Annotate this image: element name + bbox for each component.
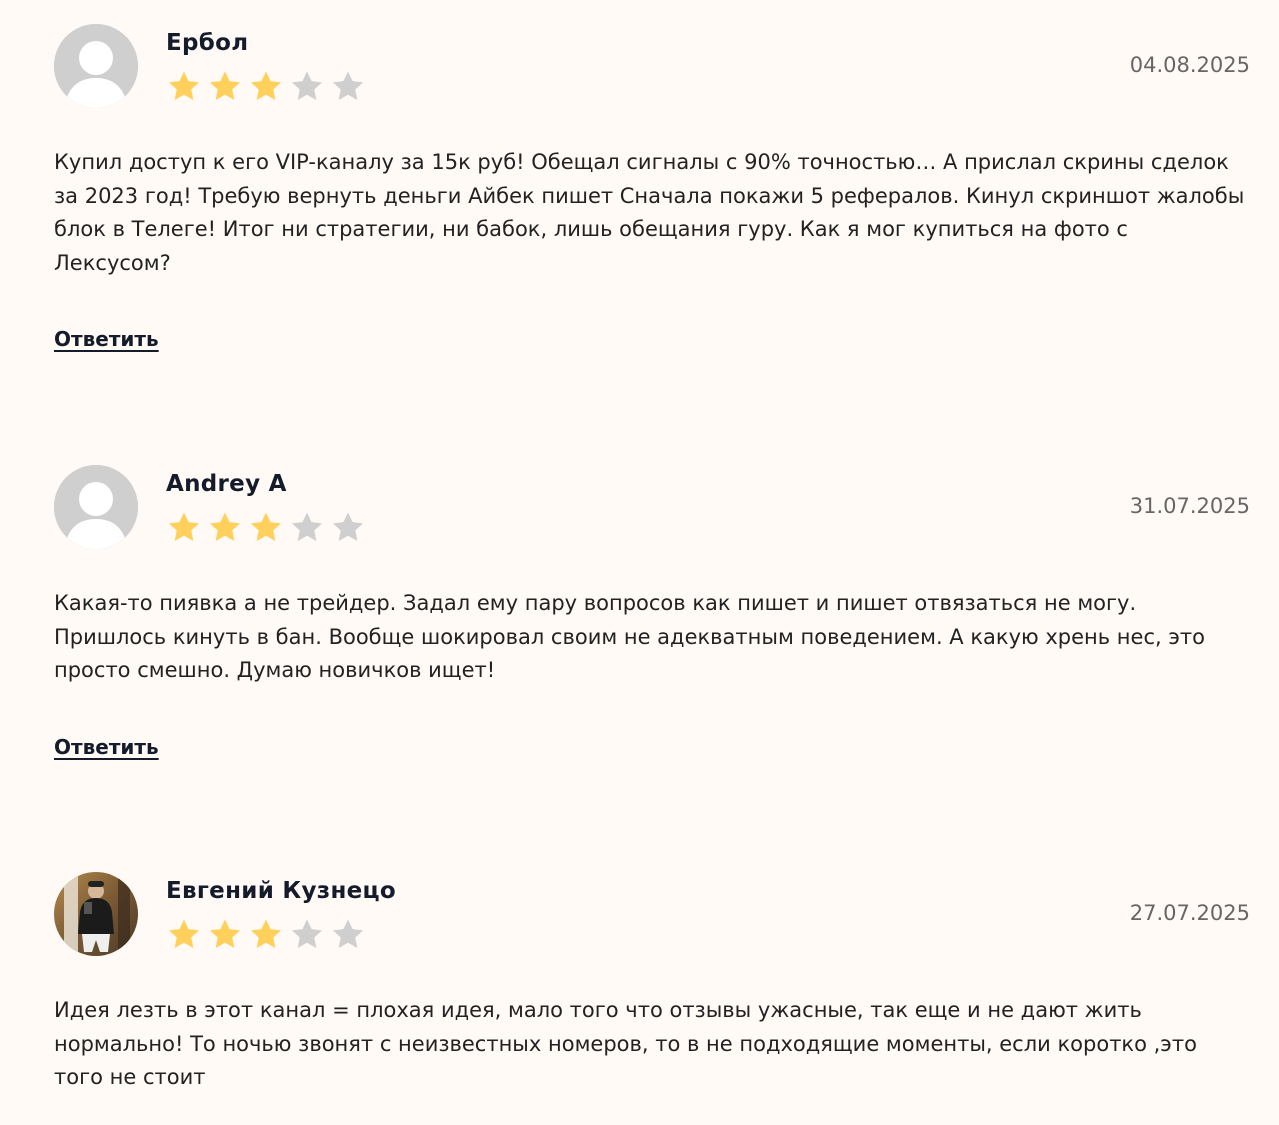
star-filled-icon <box>250 919 282 948</box>
star-filled-icon <box>209 919 241 948</box>
reply-link[interactable]: Ответить <box>54 327 159 351</box>
star-filled-icon <box>250 71 282 100</box>
star-rating <box>165 68 367 106</box>
star-filled-icon <box>250 512 282 541</box>
reviewer-name: Ербол <box>166 30 249 56</box>
review-text: Купил доступ к его VIP-каналу за 15к руб… <box>54 150 1245 275</box>
user-photo-avatar <box>54 872 138 956</box>
star-empty-icon <box>332 71 364 100</box>
star-filled-icon <box>168 512 200 541</box>
default-avatar-icon <box>54 465 138 549</box>
star-filled-icon <box>168 919 200 948</box>
star-empty-icon <box>332 919 364 948</box>
review-date: 27.07.2025 <box>1129 901 1250 925</box>
star-filled-icon <box>209 512 241 541</box>
star-empty-icon <box>291 512 323 541</box>
review-text: Идея лезть в этот канал = плохая идея, м… <box>54 998 1197 1089</box>
star-filled-icon <box>209 71 241 100</box>
reviewer-name: Andrey A <box>166 471 287 497</box>
star-empty-icon <box>291 71 323 100</box>
star-rating <box>165 509 367 547</box>
star-empty-icon <box>291 919 323 948</box>
star-rating <box>165 916 367 954</box>
review-date: 04.08.2025 <box>1129 53 1250 77</box>
default-avatar-icon <box>54 24 138 108</box>
star-empty-icon <box>332 512 364 541</box>
reviewer-name: Евгений Кузнецо <box>166 878 397 904</box>
review-text: Какая-то пиявка а не трейдер. Задал ему … <box>54 591 1205 682</box>
review-date: 31.07.2025 <box>1129 494 1250 518</box>
star-filled-icon <box>168 71 200 100</box>
reply-link[interactable]: Ответить <box>54 735 159 759</box>
